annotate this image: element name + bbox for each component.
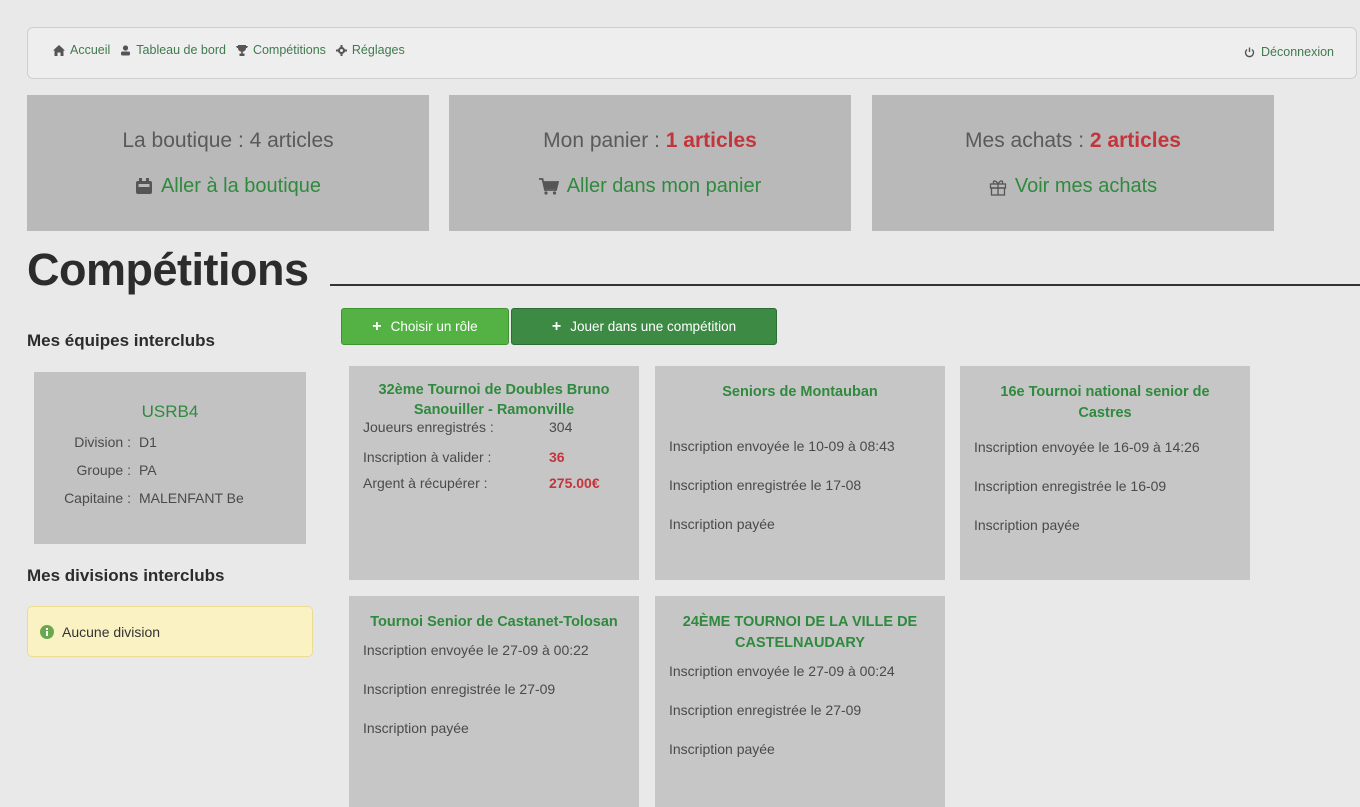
nav-item-label: Compétitions [252, 43, 326, 57]
team-division-row: Division : D1 [34, 434, 306, 450]
nav-item-tableau-de-bord[interactable]: Tableau de bord [120, 43, 226, 57]
competition-card[interactable]: 16e Tournoi national senior de Castres I… [960, 366, 1250, 580]
registration-recorded: Inscription enregistrée le 16-09 [974, 478, 1167, 494]
competition-title: Seniors de Montauban [722, 384, 878, 400]
logout-label: Déconnexion [1261, 45, 1334, 59]
no-division-text: Aucune division [62, 623, 161, 640]
registration-recorded: Inscription enregistrée le 17-08 [669, 477, 862, 493]
go-to-shop-link[interactable]: Aller à la boutique [135, 175, 321, 198]
nav-item-label: Réglages [351, 43, 405, 57]
competition-title: 24ÈME TOURNOI DE LA VILLE DE CASTELNAUDA… [682, 614, 918, 651]
row-label: Capitaine : [64, 490, 131, 506]
registration-paid: Inscription payée [669, 516, 775, 532]
store-icon [135, 178, 152, 194]
competition-title: 16e Tournoi national senior de Castres [1000, 384, 1210, 421]
competition-card[interactable]: 32ème Tournoi de Doubles Bruno Sanouille… [349, 366, 639, 580]
team-captain-row: Capitaine : MALENFANT Be [34, 490, 306, 506]
go-to-shop-label: Aller à la boutique [160, 175, 322, 197]
registration-paid: Inscription payée [974, 517, 1080, 533]
registration-sent: Inscription envoyée le 10-09 à 08:43 [669, 438, 895, 454]
teams-heading: Mes équipes interclubs [27, 331, 215, 350]
gift-icon [989, 179, 1006, 196]
trophy-icon [235, 44, 248, 56]
competition-card[interactable]: Seniors de Montauban Inscription envoyée… [655, 366, 945, 580]
home-icon [53, 44, 65, 56]
team-group-row: Groupe : PA [34, 462, 306, 478]
join-competition-label: Jouer dans une compétition [570, 319, 737, 334]
cart-icon [538, 178, 559, 195]
registration-paid: Inscription payée [363, 720, 469, 736]
team-name: USRB4 [141, 402, 199, 421]
row-value: D1 [139, 434, 157, 450]
row-label: Division : [74, 434, 131, 450]
shop-summary-title: La boutique : 4 articles [122, 129, 334, 152]
nav-item-competitions[interactable]: Compétitions [235, 43, 326, 57]
registered-players-row: Joueurs enregistrés : 304 [363, 414, 625, 440]
purchases-summary-box: Mes achats : 2 articles Voir mes achats [872, 95, 1274, 231]
row-value: 36 [549, 449, 565, 465]
nav-menu: Accueil Tableau de bord Compétitions Rég… [53, 43, 415, 57]
row-label: Inscription à valider : [363, 449, 492, 465]
purchases-summary-title: Mes achats : 2 articles [965, 129, 1181, 152]
divisions-heading: Mes divisions interclubs [27, 566, 225, 585]
choose-role-label: Choisir un rôle [390, 319, 478, 334]
choose-role-button[interactable]: + Choisir un rôle [341, 308, 509, 345]
registration-sent: Inscription envoyée le 27-09 à 00:24 [669, 663, 895, 679]
pending-registrations-row: Inscription à valider : 36 [363, 444, 625, 470]
team-card[interactable]: USRB4 Division : D1 Groupe : PA Capitain… [34, 372, 306, 544]
competition-card[interactable]: Tournoi Senior de Castanet-Tolosan Inscr… [349, 596, 639, 807]
competition-card[interactable]: 24ÈME TOURNOI DE LA VILLE DE CASTELNAUDA… [655, 596, 945, 807]
logout-link[interactable]: Déconnexion [1244, 45, 1334, 59]
no-division-alert: Aucune division [27, 606, 313, 657]
top-navbar: Accueil Tableau de bord Compétitions Rég… [27, 27, 1357, 79]
row-label: Joueurs enregistrés : [363, 419, 494, 435]
row-value: 275.00€ [549, 475, 600, 491]
cart-summary-title: Mon panier : 1 articles [543, 129, 757, 152]
registration-paid: Inscription payée [669, 741, 775, 757]
info-icon [40, 624, 54, 639]
registration-recorded: Inscription enregistrée le 27-09 [669, 702, 862, 718]
view-purchases-link[interactable]: Voir mes achats [989, 175, 1157, 198]
go-to-cart-link[interactable]: Aller dans mon panier [538, 175, 762, 198]
money-to-collect-row: Argent à récupérer : 275.00€ [363, 470, 625, 496]
page-title: Compétitions [27, 244, 309, 295]
row-label: Groupe : [76, 462, 131, 478]
nav-item-accueil[interactable]: Accueil [53, 43, 110, 57]
competition-title: Tournoi Senior de Castanet-Tolosan [370, 614, 618, 630]
cart-summary-box: Mon panier : 1 articles Aller dans mon p… [449, 95, 851, 231]
shop-summary-box: La boutique : 4 articles Aller à la bout… [27, 95, 429, 231]
view-purchases-label: Voir mes achats [1014, 175, 1158, 197]
row-label: Argent à récupérer : [363, 475, 488, 491]
user-icon [121, 44, 131, 55]
row-value: 304 [549, 419, 573, 435]
nav-item-reglages[interactable]: Réglages [335, 43, 405, 57]
nav-item-label: Accueil [70, 43, 111, 57]
plus-icon: + [551, 317, 562, 335]
gear-icon [335, 44, 347, 56]
registration-sent: Inscription envoyée le 27-09 à 00:22 [363, 642, 589, 658]
registration-sent: Inscription envoyée le 16-09 à 14:26 [974, 439, 1200, 455]
row-value: PA [139, 462, 157, 478]
go-to-cart-label: Aller dans mon panier [566, 175, 762, 197]
nav-item-label: Tableau de bord [136, 43, 226, 57]
registration-recorded: Inscription enregistrée le 27-09 [363, 681, 556, 697]
power-icon [1244, 47, 1255, 57]
plus-icon: + [372, 317, 382, 335]
row-value: MALENFANT Be [139, 490, 244, 506]
join-competition-button[interactable]: + Jouer dans une compétition [511, 308, 777, 345]
title-divider [330, 284, 1360, 286]
